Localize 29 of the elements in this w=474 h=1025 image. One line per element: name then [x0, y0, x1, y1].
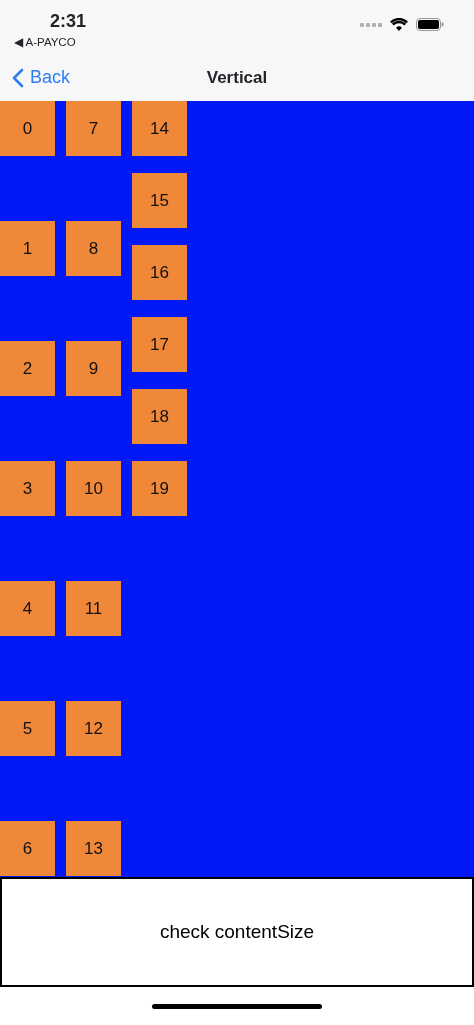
grid-cell: 5 — [0, 701, 55, 756]
grid-cell: 7 — [66, 101, 121, 156]
grid-cell: 16 — [132, 245, 187, 300]
signal-icon — [360, 22, 382, 27]
grid-cell: 2 — [0, 341, 55, 396]
grid-cell: 19 — [132, 461, 187, 516]
grid-cell: 9 — [66, 341, 121, 396]
grid-cell: 12 — [66, 701, 121, 756]
grid-cell: 15 — [132, 173, 187, 228]
grid-cell: 11 — [66, 581, 121, 636]
grid-cell: 14 — [132, 101, 187, 156]
grid-cell: 6 — [0, 821, 55, 876]
grid-cell: 1 — [0, 221, 55, 276]
grid-cell: 10 — [66, 461, 121, 516]
grid-cell: 17 — [132, 317, 187, 372]
chevron-left-icon — [12, 67, 24, 88]
back-to-app-link[interactable]: ◀ A-PAYCO — [14, 34, 76, 52]
grid-cell: 13 — [66, 821, 121, 876]
screen-title: Vertical — [206, 68, 268, 87]
wifi-icon — [390, 18, 408, 31]
grid-cell: 8 — [66, 221, 121, 276]
grid-cell: 18 — [132, 389, 187, 444]
grid-cell: 3 — [0, 461, 55, 516]
status-time: 2:31 — [50, 10, 87, 33]
back-button[interactable]: Back — [12, 64, 71, 91]
check-content-size-button[interactable]: check contentSize — [0, 877, 474, 987]
battery-icon — [416, 18, 444, 31]
grid-cell: 4 — [0, 581, 55, 636]
grid-cell: 0 — [0, 101, 55, 156]
